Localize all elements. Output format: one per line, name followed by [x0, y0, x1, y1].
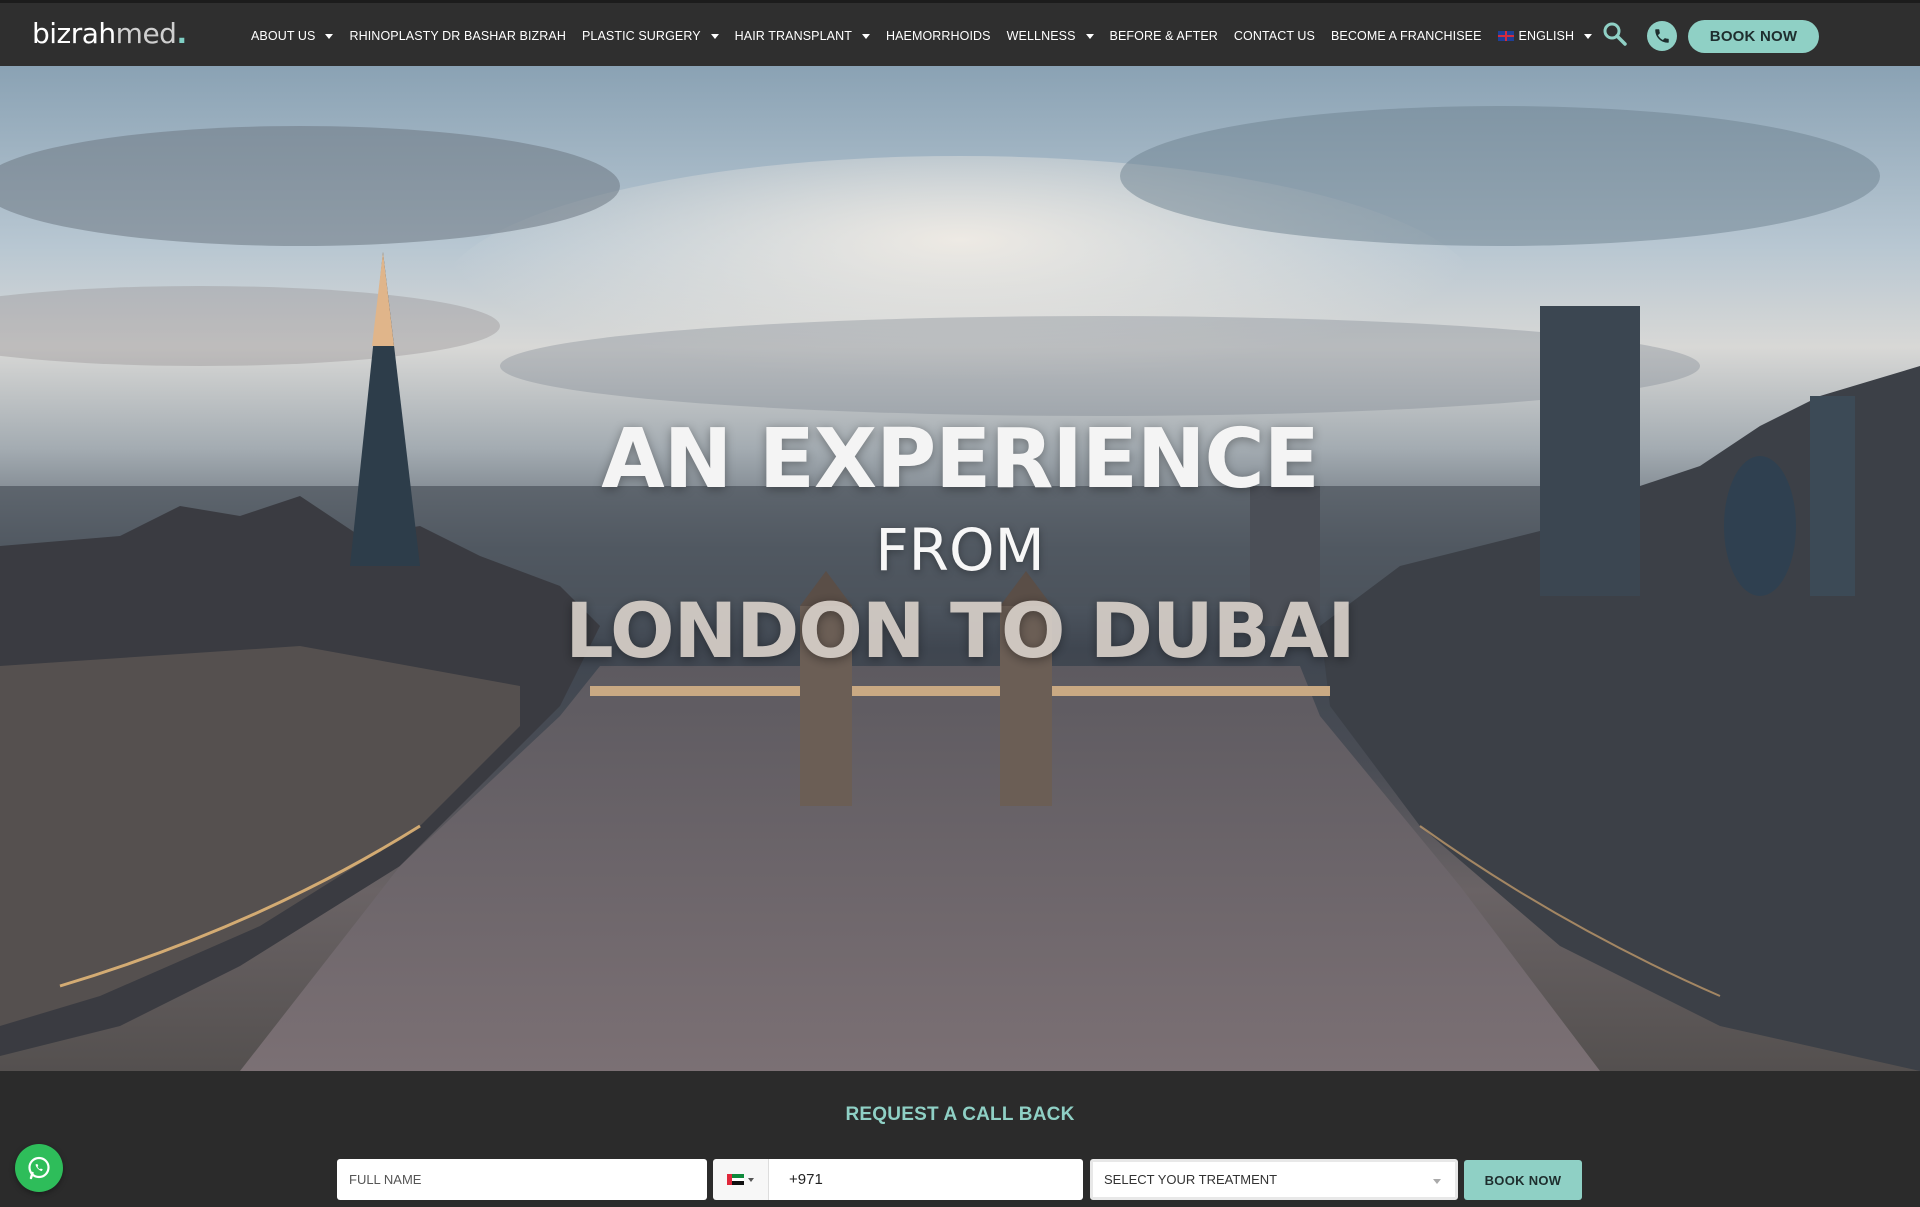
book-now-header-button[interactable]: BOOK NOW [1688, 20, 1819, 53]
nav-label: BECOME A FRANCHISEE [1331, 29, 1482, 43]
nav-label: RHINOPLASTY DR BASHAR BIZRAH [349, 29, 566, 43]
treatment-select-label: SELECT YOUR TREATMENT [1104, 1172, 1278, 1187]
whatsapp-chat-button[interactable] [15, 1144, 63, 1192]
nav-contact-us[interactable]: CONTACT US [1234, 29, 1315, 43]
hero-video-section: AN EXPERIENCE FROM LONDON TO DUBAI [0, 66, 1920, 1071]
bizrahmed-logo[interactable]: bizrah med. [32, 17, 187, 53]
callback-title: REQUEST A CALL BACK [845, 1104, 1075, 1125]
language-selector[interactable]: ENGLISH [1497, 29, 1593, 43]
chevron-down-icon [748, 1177, 754, 1182]
hero-line-experience: AN EXPERIENCE [601, 412, 1319, 507]
nav-label: WELLNESS [1006, 29, 1076, 43]
whatsapp-icon [28, 1156, 50, 1180]
top-navigation-bar: bizrah med. ABOUT US RHINOPLASTY DR BASHA… [0, 0, 1920, 66]
nav-label: ABOUT US [251, 29, 316, 43]
uk-flag-icon [1497, 31, 1514, 41]
logo-text-bizrah: bizrah [32, 17, 116, 50]
logo-dot: . [176, 17, 187, 50]
treatment-select[interactable]: SELECT YOUR TREATMENT [1090, 1159, 1458, 1200]
chevron-down-icon [1433, 1179, 1441, 1184]
hero-headline: AN EXPERIENCE FROM LONDON TO DUBAI [0, 66, 1920, 1071]
phone-icon [1655, 29, 1669, 43]
nav-wellness[interactable]: WELLNESS [1007, 29, 1094, 43]
nav-about-us[interactable]: ABOUT US [251, 29, 334, 43]
search-icon[interactable] [1602, 21, 1628, 47]
logo-text-med: med [115, 17, 177, 50]
nav-rhinoplasty[interactable]: RHINOPLASTY DR BASHAR BIZRAH [349, 29, 566, 43]
request-callback-section: REQUEST A CALL BACK FULL NAME +971 SELEC… [0, 1071, 1920, 1207]
phone-button[interactable] [1647, 21, 1677, 51]
full-name-input[interactable]: FULL NAME [337, 1159, 707, 1200]
nav-label: HAEMORRHOIDS [885, 29, 991, 43]
nav-plastic-surgery[interactable]: PLASTIC SURGERY [582, 29, 719, 43]
chevron-down-icon [710, 33, 719, 39]
hero-line-london-dubai: LONDON TO DUBAI [565, 586, 1355, 675]
nav-label: HAIR TRANSPLANT [734, 29, 852, 43]
main-menu: ABOUT US RHINOPLASTY DR BASHAR BIZRAH PL… [251, 3, 1608, 69]
nav-become-franchisee[interactable]: BECOME A FRANCHISEE [1331, 29, 1482, 43]
language-label: ENGLISH [1518, 29, 1575, 43]
country-code-selector[interactable] [713, 1159, 769, 1200]
book-now-form-button[interactable]: BOOK NOW [1464, 1160, 1582, 1200]
phone-number-input[interactable]: +971 [769, 1159, 1083, 1200]
nav-label: BEFORE & AFTER [1109, 29, 1218, 43]
uae-flag-icon [727, 1174, 744, 1185]
chevron-down-icon [1085, 33, 1094, 39]
chevron-down-icon [861, 33, 870, 39]
chevron-down-icon [1584, 33, 1593, 39]
nav-label: CONTACT US [1233, 29, 1315, 43]
chevron-down-icon [325, 33, 334, 39]
nav-before-after[interactable]: BEFORE & AFTER [1110, 29, 1218, 43]
nav-haemorrhoids[interactable]: HAEMORRHOIDS [886, 29, 991, 43]
hero-line-from: FROM [875, 516, 1045, 584]
nav-label: PLASTIC SURGERY [582, 29, 701, 43]
nav-hair-transplant[interactable]: HAIR TRANSPLANT [735, 29, 870, 43]
